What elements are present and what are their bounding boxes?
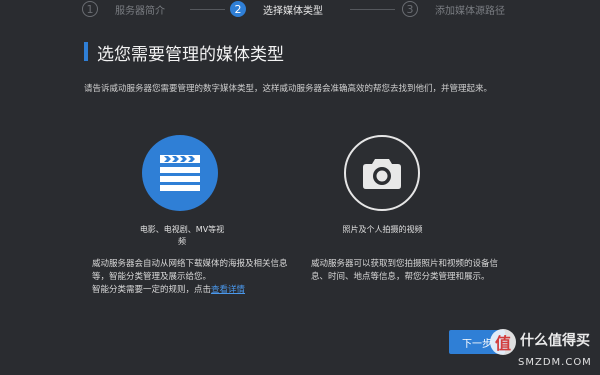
page-subtitle: 请告诉威动服务器您需要管理的数字媒体类型，这样威动服务器会准确高效的帮您去找到他…: [84, 84, 493, 94]
step-3: 3 添加媒体源路径: [402, 0, 505, 18]
watermark-site: SMZDM.COM: [518, 357, 592, 368]
video-description-text: 威动服务器会自动从网络下载媒体的海报及相关信息等，智能分类管理及展示给您。: [92, 259, 288, 282]
page-title: 选您需要管理的媒体类型: [97, 45, 284, 65]
video-media-option[interactable]: [142, 135, 218, 211]
step-connector: [190, 9, 225, 10]
watermark-text: 什么值得买: [520, 333, 590, 349]
step-progress-bar: 1 服务器简介 2 选择媒体类型 3 添加媒体源路径: [0, 0, 600, 18]
title-accent-bar: [84, 42, 88, 61]
step-1: 1 服务器简介: [82, 0, 165, 18]
clapperboard-icon: [160, 155, 200, 191]
step-3-number: 3: [402, 1, 418, 17]
step-2-number: 2: [230, 1, 246, 17]
step-1-number: 1: [82, 1, 98, 17]
camera-icon: [363, 159, 401, 189]
video-description: 威动服务器会自动从网络下载媒体的海报及相关信息等，智能分类管理及展示给您。 智能…: [92, 258, 302, 297]
view-details-link[interactable]: 查看详情: [211, 285, 245, 295]
step-2: 2 选择媒体类型: [230, 0, 323, 18]
watermark: 值 什么值得买 SMZDM.COM: [490, 327, 598, 373]
step-3-label: 添加媒体源路径: [435, 5, 505, 17]
step-1-label: 服务器简介: [115, 5, 165, 17]
step-2-label: 选择媒体类型: [263, 5, 323, 17]
watermark-badge: 值: [490, 329, 516, 355]
photo-media-option[interactable]: [344, 135, 420, 211]
photo-option-label: 照片及个人拍摄的视频: [342, 225, 423, 234]
video-option-label: 电影、电视剧、MV等视频: [139, 225, 225, 246]
photo-description: 威动服务器可以获取到您拍摄照片和视频的设备信息、时间、地点等信息，帮您分类管理和…: [311, 259, 499, 282]
video-rule-text: 智能分类需要一定的规则，点击: [92, 285, 212, 295]
step-connector: [350, 9, 395, 10]
